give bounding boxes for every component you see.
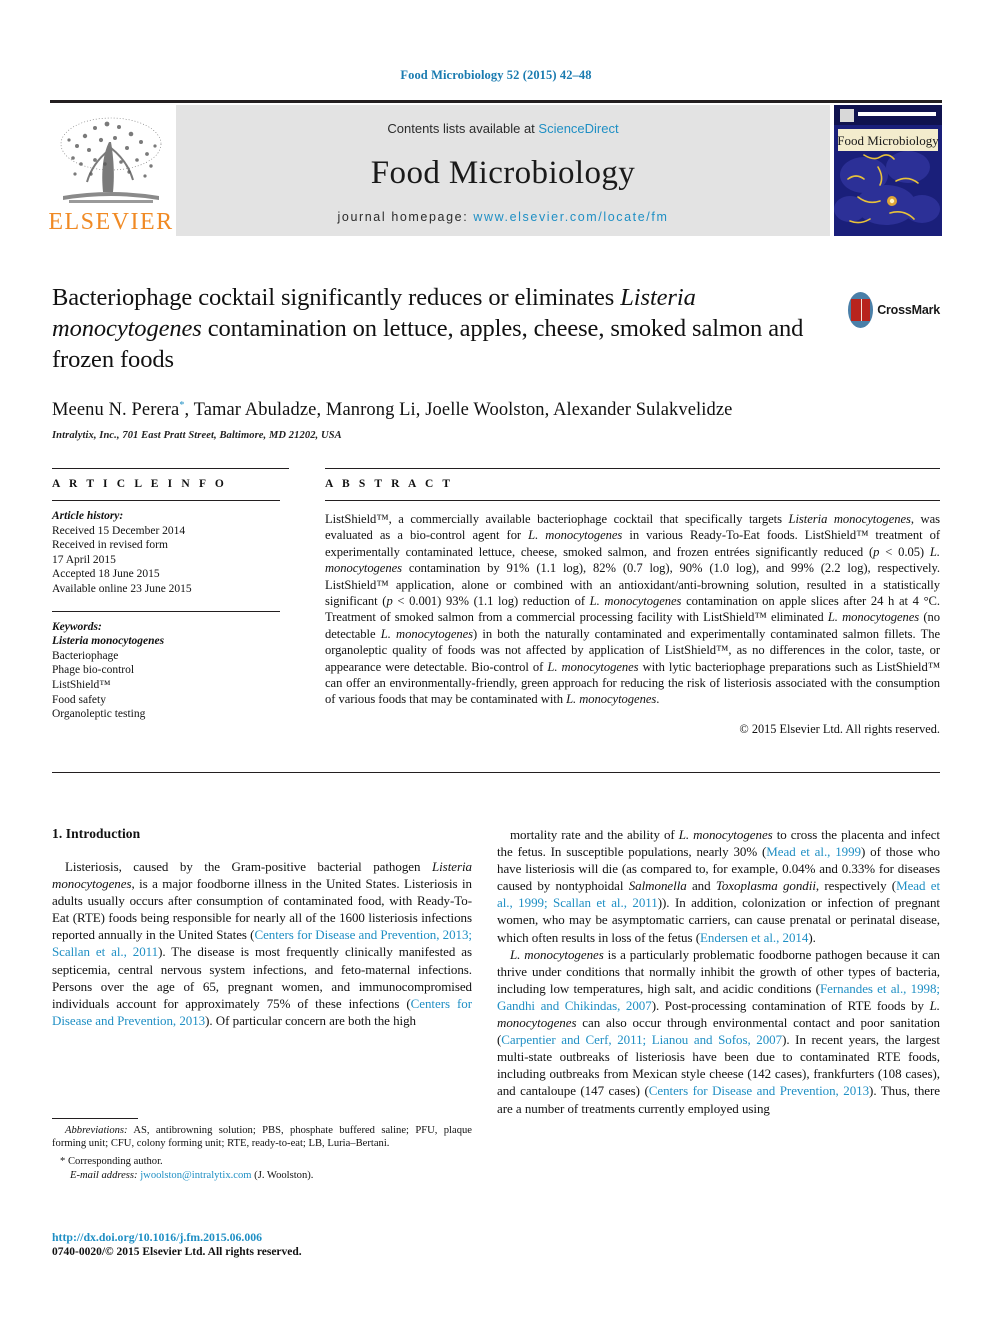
crossmark-icon: [848, 292, 874, 328]
article-info-divider: [52, 500, 280, 501]
paragraph: Listeriosis, caused by the Gram-positive…: [52, 859, 472, 1028]
keywords-label: Keywords:: [52, 620, 102, 633]
crossmark-badge[interactable]: CrossMark: [848, 288, 940, 332]
masthead-top-rule: [50, 100, 942, 103]
journal-masthead: ELSEVIER Contents lists available at Sci…: [48, 100, 942, 236]
issn-copyright-line: 0740-0020/© 2015 Elsevier Ltd. All right…: [52, 1246, 302, 1258]
article-info-heading: A R T I C L E I N F O: [52, 478, 227, 490]
keyword-item: Phage bio-control: [52, 664, 135, 677]
keywords-block: Keywords: Listeria monocytogenes Bacteri…: [52, 620, 292, 722]
keyword-item: Organoleptic testing: [52, 708, 146, 721]
corresponding-author-text: Corresponding author.: [67, 1156, 163, 1168]
history-item: Received 15 December 2014: [52, 524, 186, 537]
journal-cover-thumbnail: Food Microbiology: [834, 105, 942, 236]
corresponding-author-note: * Corresponding author.: [52, 1155, 472, 1168]
asterisk-icon: *: [60, 1156, 66, 1168]
history-item: Available online 23 June 2015: [52, 582, 192, 595]
footnotes-block: Abbreviations: AS, antibrowning solution…: [52, 1124, 472, 1182]
elsevier-tree-icon: [55, 114, 167, 209]
article-info-column: A R T I C L E I N F O Article history: R…: [52, 478, 292, 722]
sciencedirect-link[interactable]: ScienceDirect: [538, 121, 618, 136]
doi-block: http://dx.doi.org/10.1016/j.fm.2015.06.0…: [52, 1230, 492, 1260]
paragraph: mortality rate and the ability of L. mon…: [497, 827, 941, 945]
abstract-column: A B S T R A C T ListShield™, a commercia…: [325, 478, 940, 737]
body-column-left: 1. Introduction Listeriosis, caused by t…: [52, 826, 472, 1029]
journal-title: Food Microbiology: [370, 155, 636, 191]
abbreviations-note: Abbreviations: AS, antibrowning solution…: [52, 1125, 472, 1150]
svg-text:Food Microbiology: Food Microbiology: [837, 133, 939, 148]
article-history-label: Article history:: [52, 510, 124, 522]
keyword-item: ListShield™: [52, 678, 111, 691]
history-item: Accepted 18 June 2015: [52, 568, 160, 581]
email-address-label: E-mail address:: [70, 1169, 138, 1181]
body-column-right: mortality rate and the ability of L. mon…: [497, 826, 940, 1117]
article-page: Food Microbiology 52 (2015) 42–48 ELSEVI…: [0, 0, 992, 1323]
masthead-center-panel: Contents lists available at ScienceDirec…: [176, 105, 830, 236]
running-head: Food Microbiology 52 (2015) 42–48: [400, 68, 592, 82]
article-info-top-rule: [52, 468, 289, 470]
history-item: 17 April 2015: [52, 553, 116, 566]
email-link[interactable]: jwoolston@intralytix.com: [140, 1170, 251, 1181]
paragraph: L. monocytogenes is a particularly probl…: [497, 946, 940, 1116]
journal-homepage-link[interactable]: www.elsevier.com/locate/fm: [473, 210, 668, 224]
keyword-item: Listeria monocytogenes: [52, 635, 165, 648]
page-title: Bacteriophage cocktail significantly red…: [52, 284, 804, 373]
abstract-copyright: © 2015 Elsevier Ltd. All rights reserved…: [739, 721, 940, 736]
email-note: E-mail address: jwoolston@intralytix.com…: [52, 1169, 472, 1182]
author-list: Meenu N. Perera*, Tamar Abuladze, Manron…: [52, 400, 733, 421]
keywords-divider: [52, 610, 280, 612]
journal-homepage-line: journal homepage: www.elsevier.com/locat…: [176, 210, 830, 224]
article-history-block: Article history: Received 15 December 20…: [52, 509, 292, 597]
keyword-item: Bacteriophage: [52, 649, 119, 662]
section-heading-introduction: 1. Introduction: [52, 826, 141, 841]
contents-prefix-text: Contents lists available at: [387, 121, 539, 136]
keyword-item: Food safety: [52, 693, 106, 706]
info-abstract-bottom-rule: [52, 772, 940, 774]
email-suffix: (J. Woolston).: [254, 1169, 314, 1181]
elsevier-wordmark: ELSEVIER: [48, 209, 174, 235]
history-item: Received in revised form: [52, 539, 168, 552]
footnote-rule: [52, 1118, 138, 1119]
affiliation: Intralytix, Inc., 701 East Pratt Street,…: [52, 430, 342, 441]
abstract-divider: [325, 500, 940, 501]
homepage-prefix-text: journal homepage:: [337, 210, 474, 224]
elsevier-logo: ELSEVIER: [48, 105, 174, 236]
abstract-heading: A B S T R A C T: [325, 478, 454, 490]
abstract-text: ListShield™, a commercially available ba…: [325, 512, 941, 707]
contents-available-line: Contents lists available at ScienceDirec…: [176, 121, 830, 136]
abstract-top-rule: [325, 468, 940, 470]
doi-link[interactable]: http://dx.doi.org/10.1016/j.fm.2015.06.0…: [52, 1230, 492, 1245]
title-block: Bacteriophage cocktail significantly red…: [52, 282, 822, 375]
crossmark-label: CrossMark: [877, 303, 940, 317]
